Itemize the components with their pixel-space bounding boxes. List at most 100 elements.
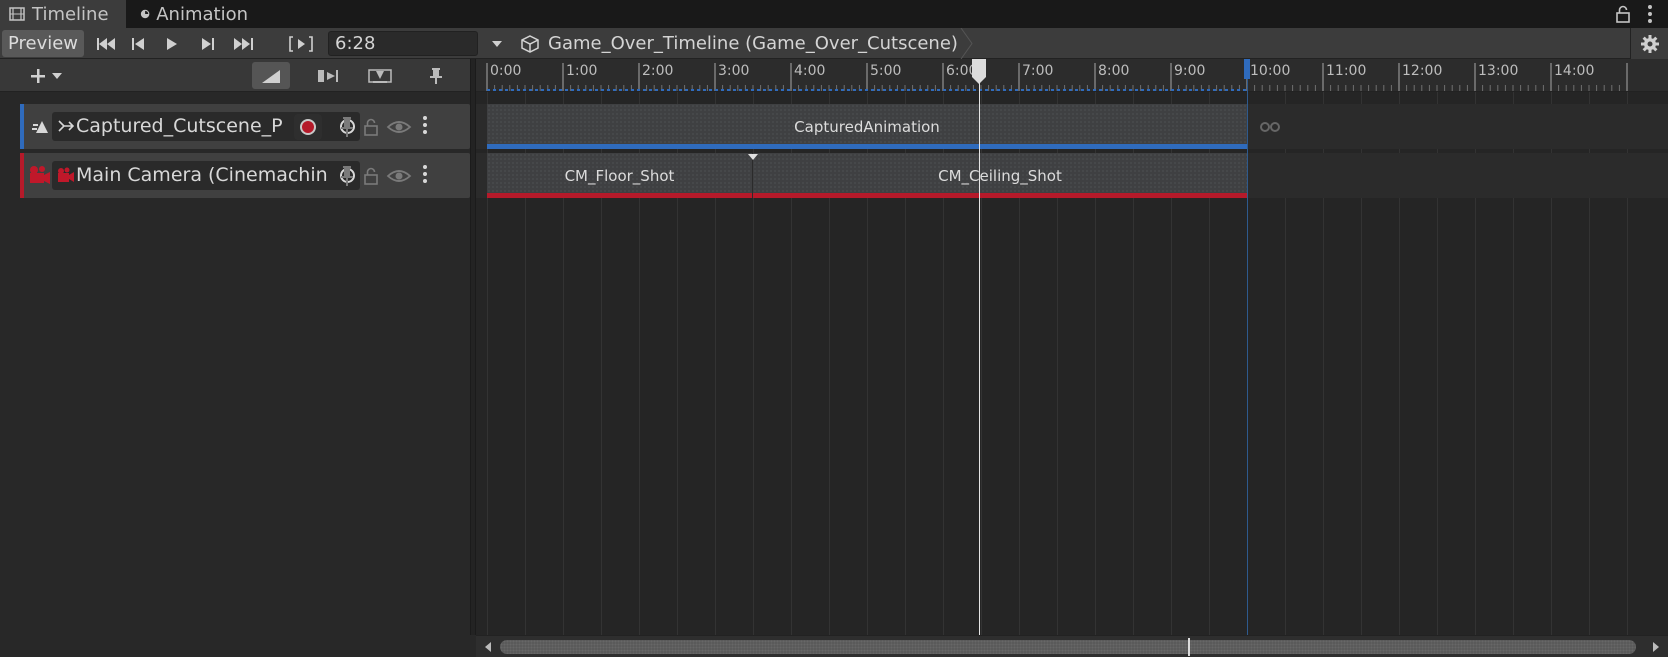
playhead[interactable]	[978, 59, 980, 635]
clip-color-bar	[753, 193, 1247, 198]
filmstrip-icon	[9, 7, 25, 21]
track-binding-field[interactable]: Main Camera (Cinemachin	[52, 161, 360, 190]
pin-icon[interactable]	[336, 164, 358, 188]
record-icon	[300, 119, 316, 135]
breadcrumb[interactable]: Game_Over_Timeline (Game_Over_Cutscene)	[520, 28, 958, 59]
track-list: Captured_Cutscene_P Main Camera (Cinemac…	[0, 92, 470, 635]
replace-icon	[318, 69, 338, 82]
timeline-area[interactable]: CapturedAnimation CM_Floor_Shot CM_Ceili…	[476, 92, 1668, 635]
gear-icon	[1640, 34, 1659, 53]
current-time-field[interactable]: 6:28	[328, 31, 478, 56]
ruler-tick-label: 5:00	[870, 63, 902, 79]
clip-cm-floor-shot[interactable]: CM_Floor_Shot	[487, 153, 752, 198]
scroll-left-icon[interactable]	[482, 640, 494, 654]
track-header-captured-cutscene[interactable]: Captured_Cutscene_P	[20, 104, 470, 149]
ruler-tick-label: 3:00	[718, 63, 750, 79]
tab-animation-label: Animation	[156, 3, 248, 25]
track-menu-icon[interactable]	[422, 116, 428, 138]
settings-button[interactable]	[1630, 28, 1668, 59]
clock-icon	[140, 9, 150, 19]
more-options-icon[interactable]	[1644, 4, 1656, 24]
ruler-tick-label: 0:00	[490, 63, 522, 79]
eye-icon[interactable]	[386, 115, 412, 139]
ruler-tick-label: 12:00	[1402, 63, 1443, 79]
scrollbar-playhead-marker	[1188, 638, 1190, 656]
clip-label: CM_Ceiling_Shot	[938, 166, 1062, 185]
play-range-button[interactable]	[286, 30, 316, 57]
breadcrumb-label: Game_Over_Timeline (Game_Over_Cutscene)	[548, 33, 958, 54]
cinemachine-track-icon	[30, 166, 50, 184]
preview-button[interactable]: Preview	[2, 30, 84, 57]
tab-timeline[interactable]: Timeline	[0, 0, 126, 28]
ruler-tick-label: 9:00	[1174, 63, 1206, 79]
ruler-tick-label: 10:00	[1250, 63, 1291, 79]
eye-icon[interactable]	[386, 164, 412, 188]
track-header-main-camera[interactable]: Main Camera (Cinemachin	[20, 153, 470, 198]
scrollbar-thumb[interactable]	[500, 640, 1636, 654]
track-toolbar	[0, 59, 470, 92]
cube-icon	[521, 34, 539, 53]
timeline-selector-dropdown[interactable]	[486, 30, 508, 57]
next-frame-button[interactable]	[194, 30, 222, 57]
track-name-label: Main Camera (Cinemachin	[76, 164, 328, 186]
next-frame-icon	[202, 37, 214, 50]
clip-color-bar	[487, 144, 1247, 149]
clip-color-bar	[487, 193, 752, 198]
chevron-down-icon	[492, 40, 502, 47]
humanoid-icon	[58, 120, 74, 132]
previous-frame-button[interactable]	[124, 30, 152, 57]
horizontal-scrollbar[interactable]	[476, 635, 1668, 657]
pin-icon	[430, 67, 442, 84]
lock-icon[interactable]	[360, 164, 382, 188]
ruler-tick-label: 7:00	[1022, 63, 1054, 79]
ruler-tick-label: 11:00	[1326, 63, 1367, 79]
clip-label: CapturedAnimation	[794, 117, 940, 136]
track-menu-icon[interactable]	[422, 165, 428, 187]
playhead-handle[interactable]	[971, 59, 987, 85]
ruler-tick-label: 14:00	[1554, 63, 1595, 79]
time-ruler[interactable]: 0:00 1:00 2:00 3:00 4:00 5:00 6:00 7:00 8:00 9:00…	[470, 59, 1668, 92]
blend-marker-icon	[748, 154, 758, 160]
play-button[interactable]	[158, 30, 186, 57]
end-marker-handle	[1244, 59, 1250, 79]
animation-track-icon	[32, 121, 48, 133]
ruler-tick-label: 8:00	[1098, 63, 1130, 79]
clip-label: CM_Floor_Shot	[564, 166, 675, 185]
record-button[interactable]	[294, 114, 322, 140]
track-name-label: Captured_Cutscene_P	[76, 115, 283, 137]
lock-icon[interactable]	[1614, 4, 1632, 24]
skip-to-end-icon	[234, 37, 253, 50]
clip-captured-animation[interactable]: CapturedAnimation	[487, 104, 1247, 149]
clip-cm-ceiling-shot[interactable]: CM_Ceiling_Shot	[753, 153, 1247, 198]
track-color-strip	[20, 104, 24, 149]
tab-animation[interactable]: Animation	[132, 0, 256, 28]
pin-icon[interactable]	[336, 115, 358, 139]
tab-timeline-label: Timeline	[32, 3, 109, 25]
previous-frame-icon	[132, 37, 144, 50]
ripple-icon	[262, 69, 280, 83]
camera-icon	[58, 167, 74, 182]
pin-button[interactable]	[422, 62, 450, 89]
tab-bar: Timeline Animation	[0, 0, 1668, 28]
lock-icon[interactable]	[360, 115, 382, 139]
loop-icon	[1260, 122, 1280, 132]
ruler-tick-label: 2:00	[642, 63, 674, 79]
play-range-icon	[289, 35, 313, 52]
ruler-tick-label: 4:00	[794, 63, 826, 79]
ripple-mode-button[interactable]	[252, 62, 290, 89]
ruler-tick-label: 1:00	[566, 63, 598, 79]
mix-icon	[368, 68, 392, 83]
play-icon	[167, 37, 177, 50]
timeline-end-marker	[1247, 59, 1248, 635]
bottom-left-spacer	[0, 635, 476, 657]
scroll-right-icon[interactable]	[1650, 640, 1662, 654]
mix-mode-button[interactable]	[362, 62, 398, 89]
skip-to-start-icon	[97, 37, 115, 50]
replace-mode-button[interactable]	[310, 62, 346, 89]
track-color-strip	[20, 153, 24, 198]
go-to-end-button[interactable]	[228, 30, 260, 57]
plus-icon	[31, 68, 62, 83]
add-track-button[interactable]	[24, 62, 70, 89]
breadcrumb-separator-icon	[960, 28, 973, 59]
go-to-start-button[interactable]	[92, 30, 120, 57]
